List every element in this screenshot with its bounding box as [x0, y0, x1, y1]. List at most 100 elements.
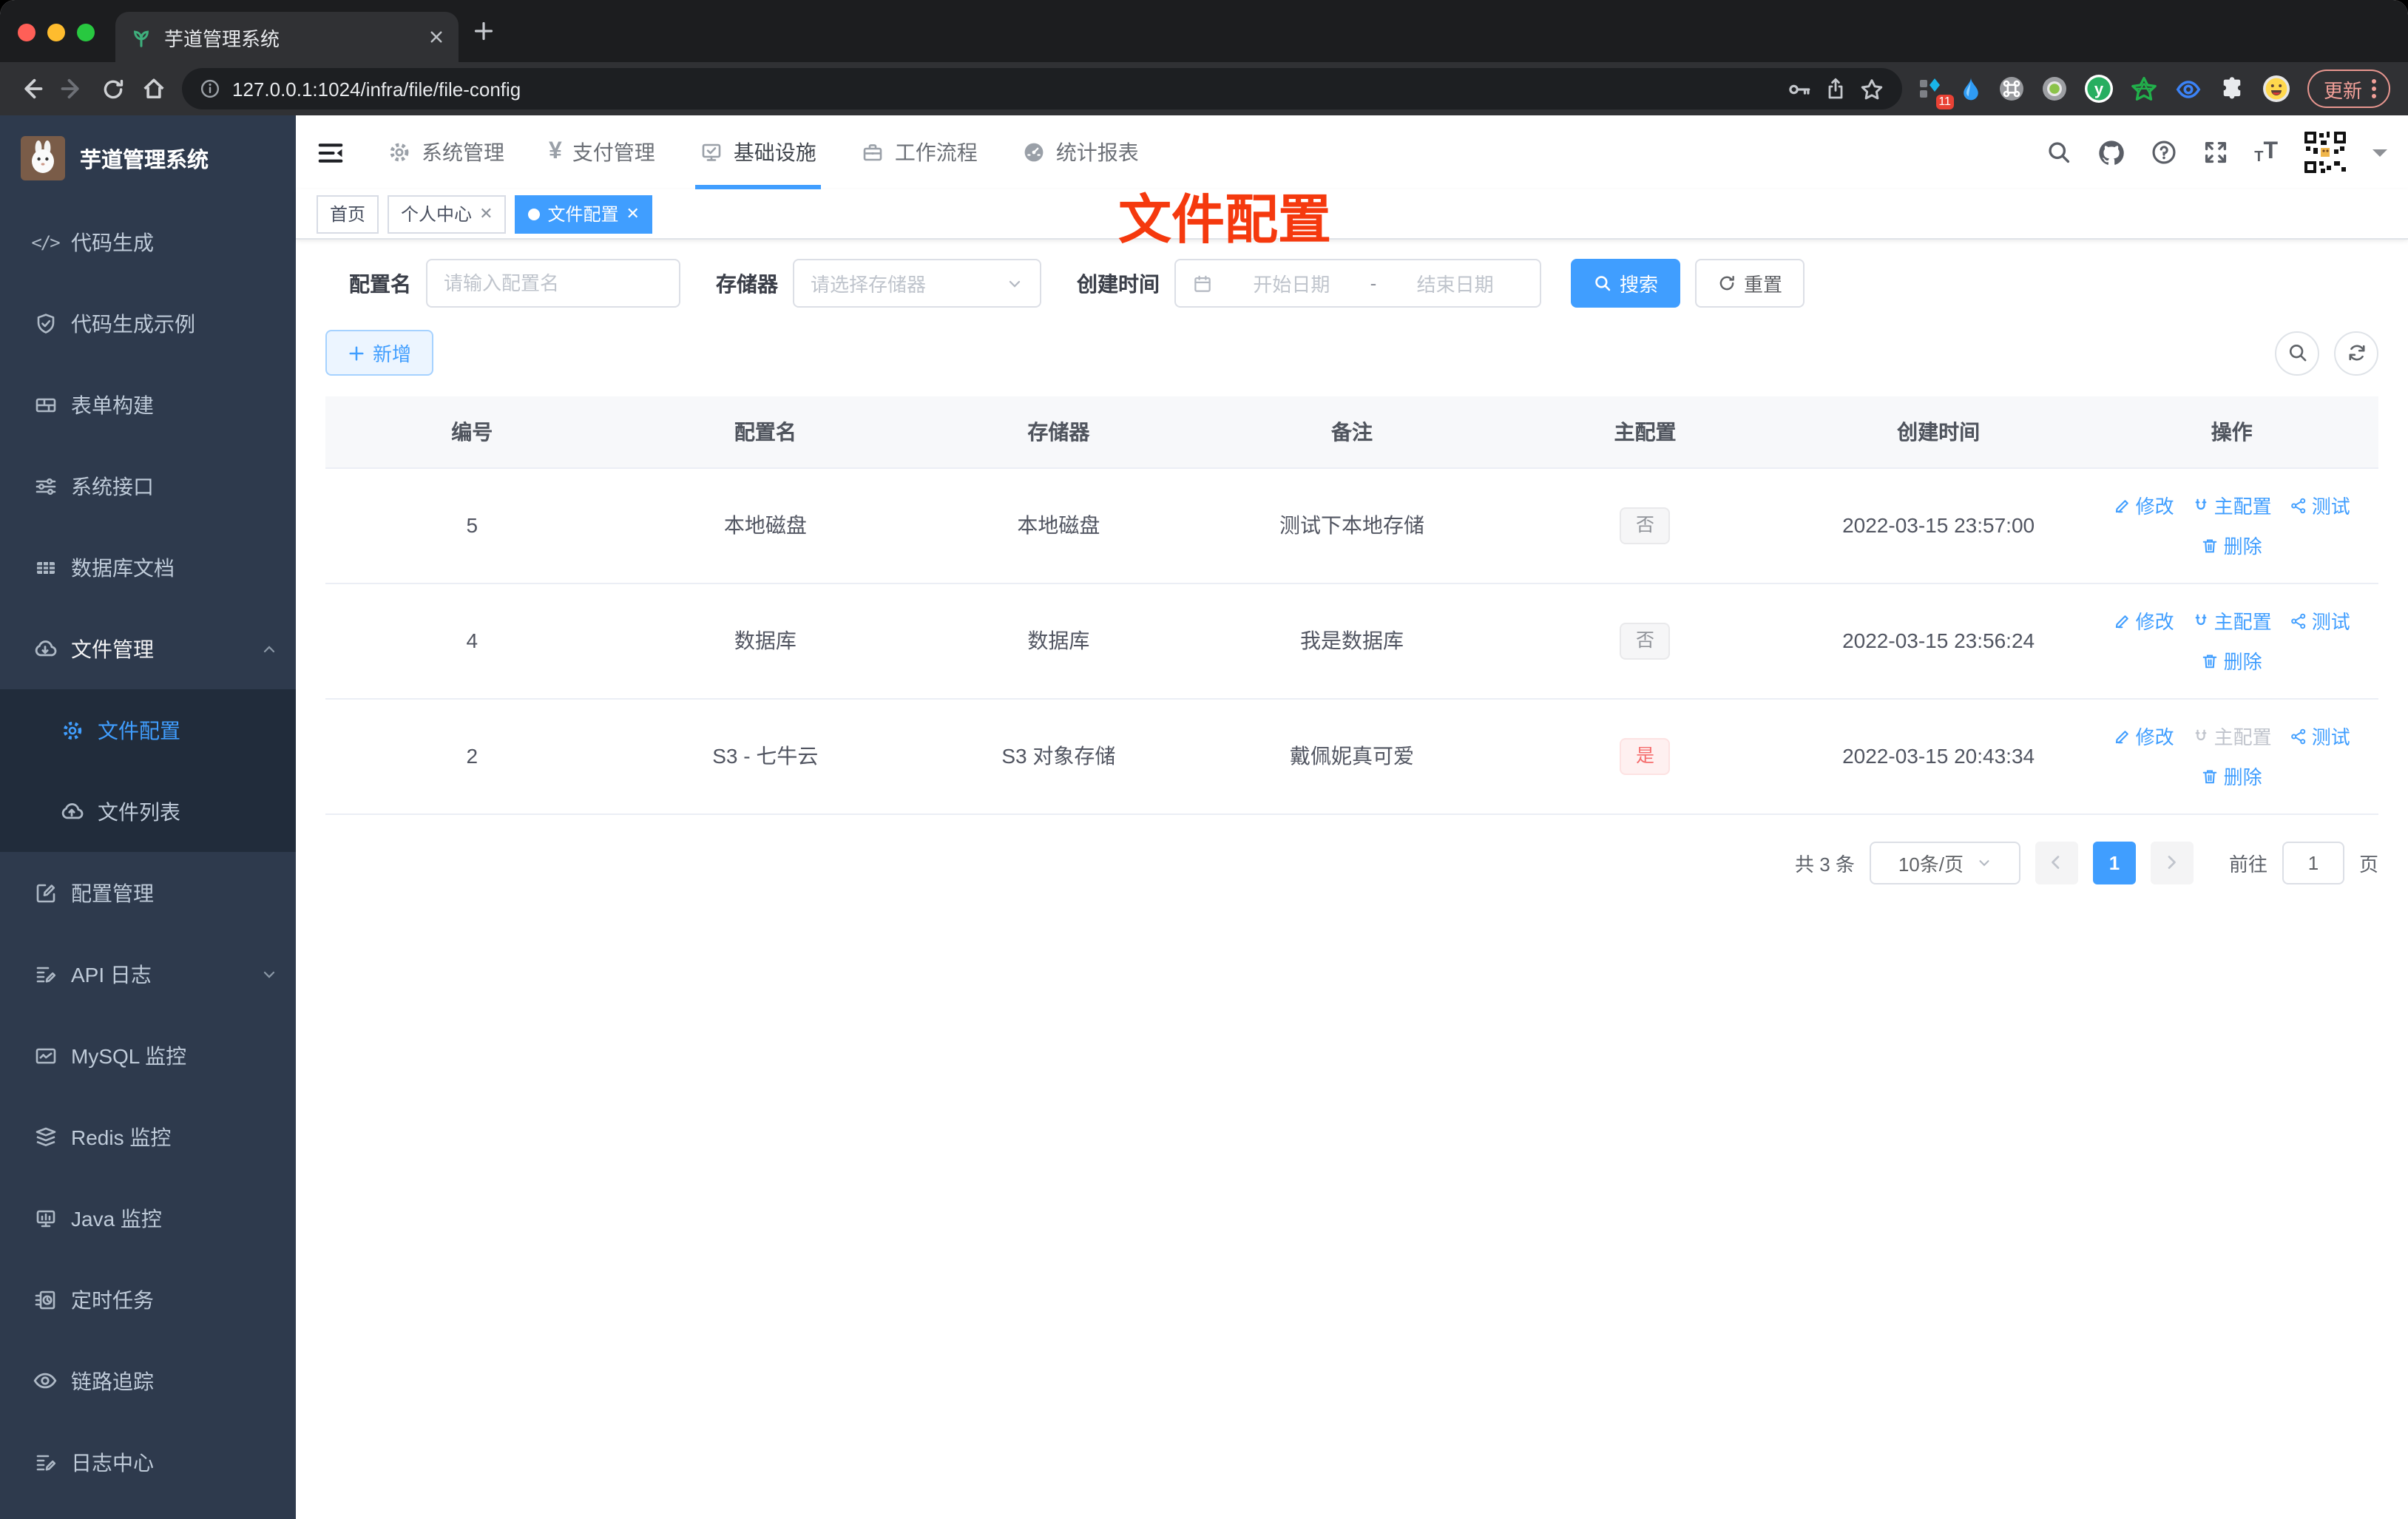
extensions-puzzle-icon[interactable]	[2219, 75, 2245, 102]
date-range-picker[interactable]: 开始日期 - 结束日期	[1174, 259, 1541, 308]
extension-eye-icon[interactable]	[2174, 75, 2202, 103]
toggle-search-button[interactable]	[2275, 331, 2319, 375]
sidebar-item-code-gen-demo[interactable]: 代码生成示例	[0, 283, 296, 364]
table-row: 2 S3 - 七牛云 S3 对象存储 戴佩妮真可爱 是 2022-03-15 2…	[325, 698, 2378, 814]
sidebar-item-scheduled-tasks[interactable]: 定时任务	[0, 1259, 296, 1340]
help-icon[interactable]	[2151, 139, 2177, 166]
navbar-right-tools: TT	[2046, 130, 2387, 175]
config-name-input-wrap	[426, 259, 680, 308]
avatar-dropdown-caret-icon[interactable]	[2373, 149, 2387, 163]
page-size-select[interactable]: 10条/页	[1869, 841, 2020, 884]
sidebar-item-java-monitor[interactable]: Java 监控	[0, 1177, 296, 1259]
search-icon[interactable]	[2046, 139, 2072, 166]
sidebar-item-api-log[interactable]: API 日志	[0, 933, 296, 1015]
test-link[interactable]: 测试	[2290, 491, 2350, 519]
table-row: 5 本地磁盘 本地磁盘 测试下本地存储 否 2022-03-15 23:57:0…	[325, 467, 2378, 583]
extension-gray-dot-icon[interactable]	[2041, 75, 2068, 102]
master-link[interactable]: 主配置	[2192, 606, 2272, 635]
tag-file-config[interactable]: 文件配置 ✕	[515, 194, 653, 233]
code-icon: </>	[31, 231, 60, 252]
tag-profile[interactable]: 个人中心 ✕	[388, 194, 507, 233]
extension-command-icon[interactable]	[1998, 75, 2025, 102]
tab-close-icon[interactable]	[429, 30, 444, 44]
edit-link[interactable]: 修改	[2114, 606, 2174, 635]
reload-icon[interactable]	[101, 76, 126, 101]
test-link[interactable]: 测试	[2290, 606, 2350, 635]
sidebar-item-form-builder[interactable]: 表单构建	[0, 364, 296, 445]
site-info-icon[interactable]	[200, 78, 220, 99]
forward-icon[interactable]	[59, 75, 86, 102]
back-icon[interactable]	[18, 75, 44, 102]
extensions-area: 11 y 更新	[1917, 70, 2390, 109]
topnav-item-reports[interactable]: 统计报表	[1003, 115, 1158, 189]
refresh-table-button[interactable]	[2334, 331, 2378, 375]
col-created: 创建时间	[1791, 396, 2086, 467]
topnav-item-workflow[interactable]: 工作流程	[842, 115, 997, 189]
update-browser-button[interactable]: 更新	[2307, 70, 2390, 108]
delete-link[interactable]: 删除	[2202, 762, 2262, 790]
sidebar-item-config-management[interactable]: 配置管理	[0, 852, 296, 933]
master-link[interactable]: 主配置	[2192, 491, 2272, 519]
cell-created: 2022-03-15 23:57:00	[1791, 467, 2086, 583]
tag-close-icon[interactable]: ✕	[626, 204, 640, 223]
sidebar-item-label: MySQL 监控	[71, 1043, 187, 1067]
tag-label: 文件配置	[547, 204, 619, 225]
sidebar-item-mysql-monitor[interactable]: MySQL 监控	[0, 1015, 296, 1096]
table-toolbar: 新增	[325, 330, 2378, 376]
monitor-check-icon	[700, 141, 723, 164]
tag-close-icon[interactable]: ✕	[479, 204, 493, 223]
edit-link[interactable]: 修改	[2114, 722, 2174, 750]
new-tab-button[interactable]	[473, 21, 494, 41]
col-id: 编号	[325, 396, 619, 467]
add-button[interactable]: 新增	[325, 330, 434, 376]
sidebar-item-tracing[interactable]: 链路追踪	[0, 1340, 296, 1421]
font-size-icon[interactable]: TT	[2254, 139, 2278, 166]
sidebar-item-db-doc[interactable]: 数据库文档	[0, 527, 296, 608]
github-icon[interactable]	[2097, 138, 2125, 166]
sidebar-item-log-center[interactable]: 日志中心	[0, 1421, 296, 1503]
url-text[interactable]: 127.0.0.1:1024/infra/file/file-config	[232, 78, 1775, 100]
extension-y-icon[interactable]: y	[2084, 74, 2114, 104]
topnav-item-infrastructure[interactable]: 基础设施	[680, 115, 836, 189]
close-window-button[interactable]	[18, 24, 35, 41]
extension-wallet-icon[interactable]: 11	[1917, 75, 1954, 109]
home-icon[interactable]	[141, 75, 167, 102]
search-button[interactable]: 搜索	[1571, 259, 1681, 308]
extension-star-icon[interactable]	[2130, 75, 2158, 103]
user-avatar-qr[interactable]	[2303, 130, 2347, 175]
tag-home[interactable]: 首页	[317, 194, 379, 233]
end-date-placeholder: 结束日期	[1416, 274, 1494, 296]
sidebar-item-file-config[interactable]: 文件配置	[0, 689, 296, 771]
sidebar-group-file-management[interactable]: 文件管理	[0, 608, 296, 689]
zoom-window-button[interactable]	[77, 24, 95, 41]
sidebar-item-system-api[interactable]: 系统接口	[0, 445, 296, 527]
config-name-input[interactable]	[444, 272, 663, 294]
delete-link[interactable]: 删除	[2202, 531, 2262, 559]
share-icon[interactable]	[1824, 77, 1847, 101]
next-page-button[interactable]	[2150, 841, 2194, 884]
password-key-icon[interactable]	[1787, 76, 1812, 101]
reset-label: 重置	[1744, 274, 1783, 296]
bookmark-star-icon[interactable]	[1859, 76, 1884, 101]
address-bar[interactable]: 127.0.0.1:1024/infra/file/file-config	[182, 68, 1902, 109]
reset-button[interactable]: 重置	[1695, 259, 1805, 308]
sidebar-item-code-gen[interactable]: </> 代码生成	[0, 201, 296, 283]
storage-select[interactable]: 请选择存储器	[793, 259, 1041, 308]
prev-page-button[interactable]	[2035, 841, 2078, 884]
extension-drop-icon[interactable]	[1960, 75, 1982, 102]
extension-emoji-icon[interactable]	[2262, 74, 2291, 104]
edit-link[interactable]: 修改	[2114, 491, 2174, 519]
browser-tab[interactable]: 芋道管理系统	[115, 12, 459, 62]
collapse-sidebar-icon[interactable]	[317, 138, 345, 166]
goto-page-input[interactable]	[2282, 841, 2344, 884]
topnav-item-payment[interactable]: ¥ 支付管理	[530, 115, 674, 189]
sidebar-item-redis-monitor[interactable]: Redis 监控	[0, 1096, 296, 1177]
fullscreen-icon[interactable]	[2202, 139, 2229, 166]
minimize-window-button[interactable]	[47, 24, 65, 41]
topnav-item-system[interactable]: 系统管理	[368, 115, 524, 189]
sidebar-item-file-list[interactable]: 文件列表	[0, 771, 296, 852]
edit-square-icon	[33, 881, 58, 904]
page-number-button[interactable]: 1	[2092, 841, 2136, 884]
delete-link[interactable]: 删除	[2202, 646, 2262, 674]
test-link[interactable]: 测试	[2290, 722, 2350, 750]
